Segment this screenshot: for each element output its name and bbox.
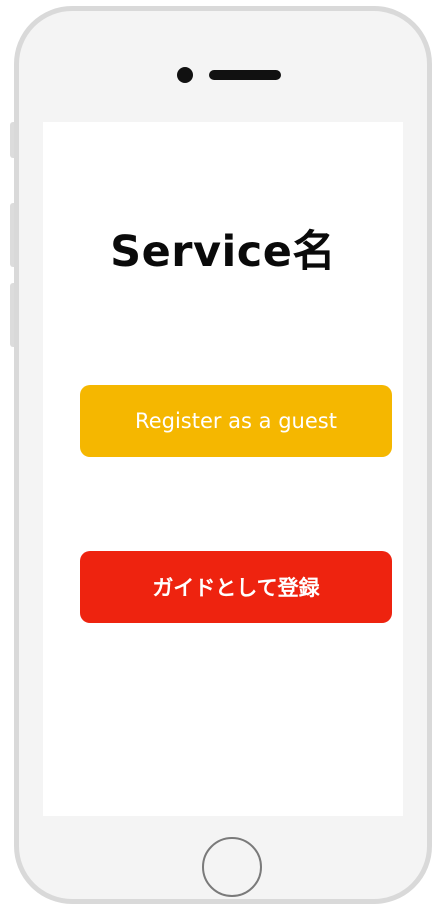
home-button-icon[interactable] xyxy=(202,837,262,897)
phone-frame: Service名 Register as a guest ガイドとして登録 xyxy=(14,6,432,904)
front-camera-icon xyxy=(177,67,193,83)
phone-screen: Service名 Register as a guest ガイドとして登録 xyxy=(43,122,403,816)
app-preview: Service名 Register as a guest ガイドとして登録 xyxy=(0,0,446,913)
speaker-icon xyxy=(209,70,281,80)
register-guest-button[interactable]: Register as a guest xyxy=(80,385,392,457)
register-guide-button[interactable]: ガイドとして登録 xyxy=(80,551,392,623)
page-title: Service名 xyxy=(110,227,336,277)
